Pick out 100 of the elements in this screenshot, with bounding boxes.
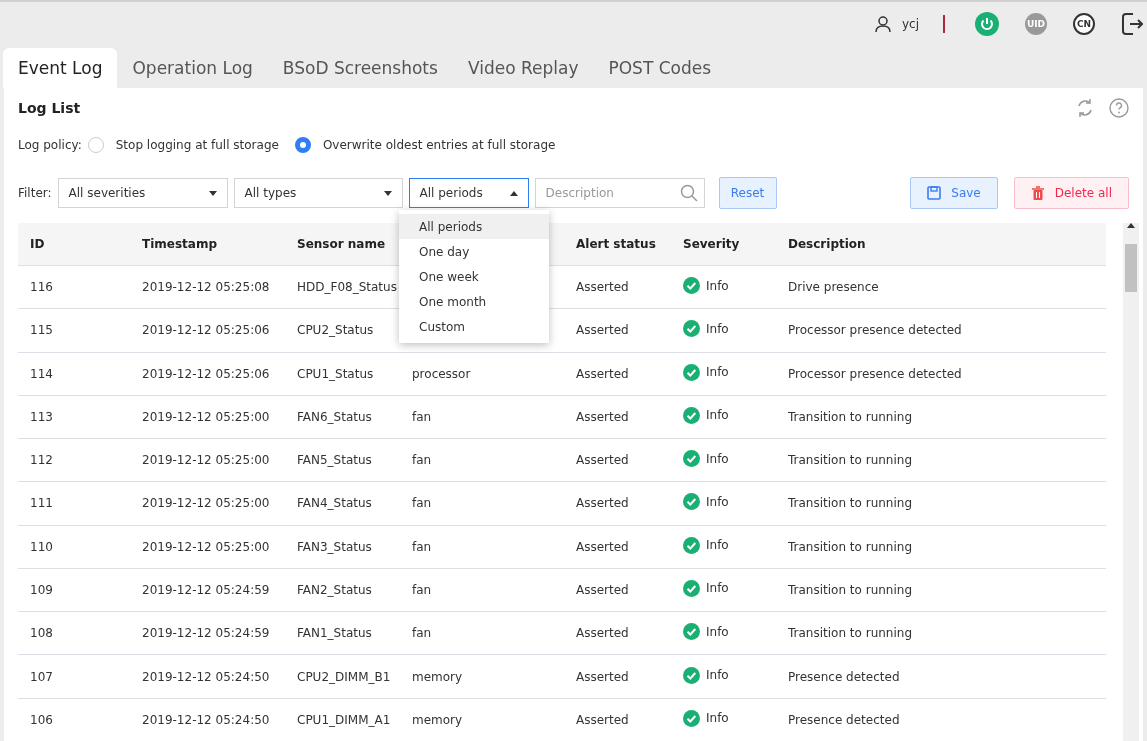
policy-radio[interactable]: Stop logging at full storage	[87, 137, 279, 153]
column-header: ID	[30, 237, 45, 251]
table-cell: fan	[412, 453, 432, 468]
table-cell: memory	[412, 712, 463, 727]
table-cell: 2019-12-12 05:24:59	[142, 583, 270, 597]
floppy-icon	[927, 186, 942, 200]
logout-icon[interactable]	[1121, 11, 1143, 36]
scrollbar-thumb[interactable]	[1125, 244, 1138, 292]
menu-option[interactable]: Custom	[399, 314, 549, 339]
table-cell: FAN1_Status	[297, 626, 372, 641]
table-cell: Asserted	[576, 409, 629, 424]
menu-option[interactable]: One day	[399, 239, 549, 264]
tab[interactable]: POST Codes	[593, 48, 727, 88]
user-icon[interactable]	[873, 14, 892, 33]
column-header: Sensor name	[297, 237, 386, 251]
tab[interactable]: Video Replay	[452, 48, 594, 88]
menu-option[interactable]: All periods	[399, 214, 549, 239]
table-cell: Presence detected	[788, 669, 900, 684]
table-cell: Presence detected	[788, 712, 900, 727]
menu-option[interactable]: One month	[399, 289, 549, 314]
table-cell: Info	[706, 321, 729, 336]
caret-icon	[208, 190, 217, 196]
table-cell: 2019-12-12 05:25:00	[142, 409, 270, 424]
type-select[interactable]: All types	[233, 178, 403, 208]
table-cell: 2019-12-12 05:25:00	[142, 539, 270, 554]
table-cell: 2019-12-12 05:25:06	[142, 323, 270, 338]
search-icon[interactable]	[679, 184, 698, 202]
table-cell: 2019-12-12 05:25:00	[142, 453, 270, 468]
table-cell: CPU1_Status	[297, 366, 374, 381]
delete-all-button[interactable]: Delete all	[1013, 177, 1129, 209]
table-cell: 111	[30, 496, 53, 511]
table-cell: Drive presence	[788, 280, 879, 295]
table-cell: Transition to running	[788, 539, 912, 554]
table-cell: FAN6_Status	[297, 409, 372, 424]
check-circle-icon	[683, 666, 700, 684]
menu-option[interactable]: One week	[399, 264, 549, 289]
table-cell: 113	[30, 409, 53, 424]
table-cell: 110	[30, 539, 53, 554]
table-cell: Info	[706, 408, 729, 423]
table-cell: FAN2_Status	[297, 583, 372, 597]
check-circle-icon	[683, 493, 700, 511]
tab[interactable]: Operation Log	[117, 48, 268, 88]
search-field[interactable]: Description	[534, 178, 705, 208]
table-cell: Asserted	[576, 453, 629, 468]
panel-title: Log List	[18, 100, 82, 116]
table-cell: Info	[706, 538, 729, 553]
tab[interactable]: Event Log	[3, 48, 118, 88]
language-button[interactable]: CN	[1073, 12, 1095, 35]
check-circle-icon	[683, 536, 700, 554]
table-cell: Asserted	[576, 539, 629, 554]
table-cell: 108	[30, 626, 53, 641]
table-cell: fan	[412, 496, 432, 511]
caret-icon	[383, 190, 392, 196]
table-cell: 2019-12-12 05:24:50	[142, 712, 270, 727]
table-cell: Asserted	[576, 626, 629, 641]
help-icon[interactable]	[1109, 98, 1129, 118]
save-button[interactable]: Save	[910, 177, 998, 209]
table-cell: Info	[706, 711, 729, 726]
table-cell: 2019-12-12 05:24:50	[142, 669, 270, 684]
table-cell: 112	[30, 453, 53, 468]
table-cell: Info	[706, 451, 729, 466]
table-cell: 2019-12-12 05:24:59	[142, 626, 270, 641]
table-cell: Info	[706, 624, 729, 639]
table-cell: 107	[30, 669, 53, 684]
table-cell: HDD_F08_Status	[297, 280, 397, 295]
scrollbar[interactable]	[1123, 223, 1139, 741]
refresh-icon[interactable]	[1075, 98, 1095, 118]
table-cell: Info	[706, 278, 729, 293]
check-circle-icon	[683, 363, 700, 381]
check-circle-icon	[683, 320, 700, 338]
table-cell: 114	[30, 366, 53, 381]
check-circle-icon	[683, 709, 700, 727]
radio-circle[interactable]	[294, 137, 311, 153]
table-cell: Info	[706, 581, 729, 596]
power-icon[interactable]	[975, 11, 999, 36]
table-cell: fan	[412, 583, 432, 597]
table-cell: 2019-12-12 05:25:08	[142, 280, 270, 295]
table-cell: fan	[412, 539, 432, 554]
table-cell: Info	[706, 494, 729, 509]
user-name: ycj	[901, 16, 919, 31]
severity-select[interactable]: All severities	[57, 178, 228, 208]
table-cell: Transition to running	[788, 583, 912, 597]
table-cell: 116	[30, 280, 53, 295]
filter-label: Filter:	[18, 186, 52, 200]
tab[interactable]: BSoD Screenshots	[267, 48, 453, 88]
table-cell: Transition to running	[788, 626, 912, 641]
policy-label: Log policy:	[18, 138, 82, 152]
table-cell: fan	[412, 409, 432, 424]
table-cell: Transition to running	[788, 409, 912, 424]
table-cell: FAN5_Status	[297, 453, 372, 468]
table-cell: fan	[412, 626, 432, 641]
table-cell: 2019-12-12 05:25:06	[142, 366, 270, 381]
table-cell: Transition to running	[788, 453, 912, 468]
table-cell: Asserted	[576, 583, 629, 597]
column-header: Timestamp	[142, 237, 217, 251]
policy-radio[interactable]: Overwrite oldest entries at full storage	[294, 137, 556, 153]
table-cell: Processor presence detected	[788, 323, 962, 338]
period-select[interactable]: All periods	[408, 178, 529, 208]
column-header: Description	[788, 237, 866, 251]
column-header: Alert status	[576, 237, 656, 251]
